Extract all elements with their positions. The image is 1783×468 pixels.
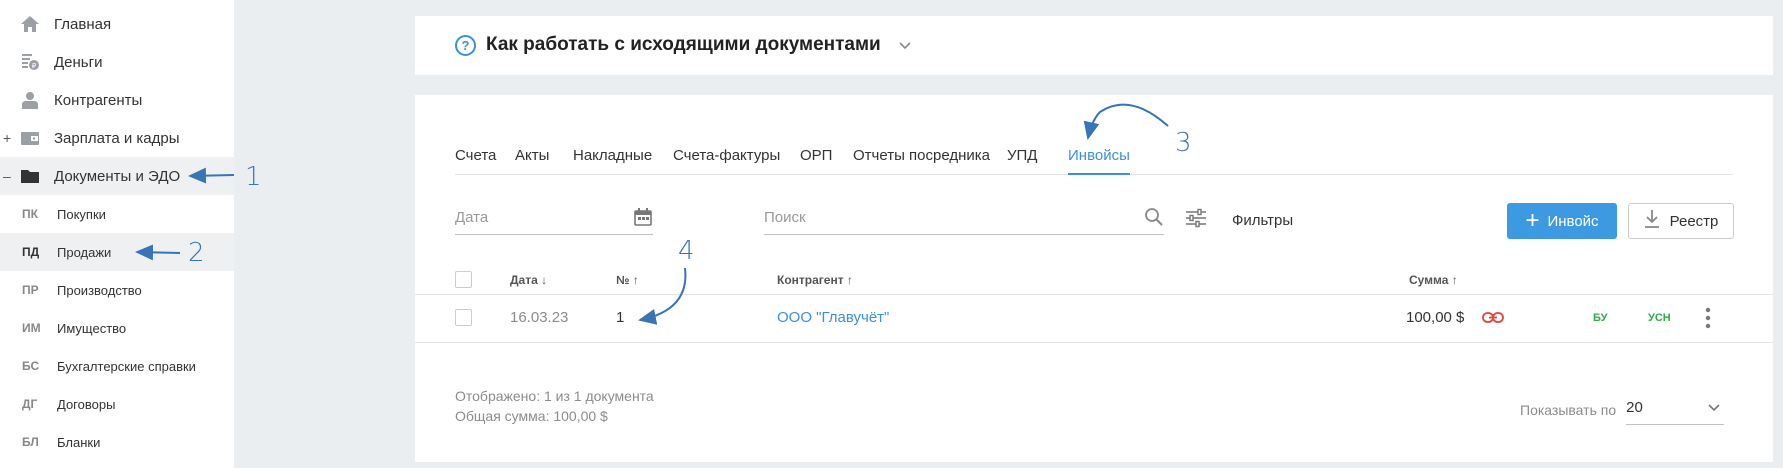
annotation-3: 3 (1175, 128, 1192, 158)
nav-label: Документы и ЭДО (54, 167, 181, 185)
nav-label: Зарплата и кадры (54, 129, 180, 147)
help-card: ? Как работать с исходящими документами (415, 16, 1773, 75)
documents-card: Счета Акты Накладные Счета-фактуры ОРП О… (415, 95, 1773, 462)
contractors-icon (19, 89, 41, 111)
subnav-abbr: ПР (22, 283, 39, 297)
sidebar: Главная ₽ Деньги Контрагенты + Зарплата … (0, 0, 234, 468)
subnav-item-accounting-notes[interactable]: БС Бухгалтерские справки (0, 347, 234, 385)
row-sum: 100,00 $ (1406, 309, 1465, 326)
subnav-label: Договоры (57, 396, 116, 412)
tab-upd[interactable]: УПД (1007, 147, 1037, 175)
subnav-label: Покупки (57, 206, 106, 222)
subnav-abbr: ПК (22, 207, 38, 221)
link-icon[interactable] (1482, 310, 1504, 330)
money-icon: ₽ (19, 51, 41, 73)
annotation-4: 4 (678, 236, 695, 266)
add-invoice-button[interactable]: + Инвойс (1507, 203, 1617, 239)
select-all-checkbox[interactable] (455, 271, 472, 288)
plus-icon: + (1525, 207, 1540, 234)
date-placeholder: Дата (455, 209, 489, 226)
nav-item-money[interactable]: ₽ Деньги (0, 43, 234, 81)
help-icon: ? (455, 34, 476, 56)
date-field[interactable]: Дата (455, 205, 653, 235)
subnav-abbr: ИМ (22, 321, 41, 335)
row-contractor-link[interactable]: ООО "Главучёт" (777, 309, 889, 326)
nav-item-home[interactable]: Главная (0, 5, 234, 43)
tab-agent-reports[interactable]: Отчеты посредника (853, 147, 990, 175)
wallet-icon (19, 127, 41, 149)
tab-waybills[interactable]: Накладные (573, 147, 652, 175)
calendar-icon[interactable] (633, 207, 653, 231)
subnav-item-purchases[interactable]: ПК Покупки (0, 195, 234, 233)
row-date: 16.03.23 (510, 309, 569, 326)
page-size-value: 20 (1626, 399, 1643, 416)
chevron-down-icon (899, 37, 911, 53)
expand-icon[interactable]: + (3, 130, 11, 146)
nav-item-documents[interactable]: – Документы и ЭДО (0, 157, 234, 195)
page-size-label: Показывать по (1520, 402, 1617, 418)
subnav-label: Имущество (57, 320, 127, 336)
bu-badge: БУ (1593, 312, 1608, 324)
svg-text:₽: ₽ (32, 62, 37, 70)
page-size: Показывать по 20 (1520, 395, 1725, 425)
subnav-abbr: ДГ (22, 397, 38, 411)
col-date[interactable]: Дата ↓ (510, 273, 547, 287)
nav-item-contractors[interactable]: Контрагенты (0, 81, 234, 119)
annotation-2: 2 (188, 238, 205, 268)
folder-icon (19, 165, 41, 187)
nav-label: Главная (54, 15, 112, 33)
tab-tax-invoices[interactable]: Счета-фактуры (673, 147, 780, 175)
search-input[interactable]: Поиск (764, 205, 1164, 235)
help-toggle[interactable]: ? Как работать с исходящими документами (455, 34, 911, 56)
footer-info: Отображено: 1 из 1 документа Общая сумма… (455, 386, 654, 426)
subnav-abbr: БЛ (22, 435, 39, 449)
home-icon (19, 13, 41, 35)
download-icon (1644, 209, 1660, 233)
filters-label: Фильтры (1232, 211, 1294, 229)
subnav-label: Бухгалтерские справки (57, 358, 196, 374)
subnav-label: Производство (57, 282, 142, 298)
subnav-abbr: БС (22, 359, 40, 373)
nav-label: Контрагенты (54, 91, 143, 109)
usn-badge: УСН (1648, 312, 1671, 324)
nav-item-salary[interactable]: + Зарплата и кадры (0, 119, 234, 157)
row-checkbox[interactable] (455, 309, 472, 326)
registry-button[interactable]: Реестр (1628, 203, 1734, 239)
nav-label: Деньги (54, 53, 103, 71)
col-contractor[interactable]: Контрагент ↑ (777, 273, 853, 287)
table-header: Дата ↓ № ↑ Контрагент ↑ Сумма ↑ (415, 265, 1773, 295)
tab-acts[interactable]: Акты (515, 147, 549, 175)
tab-invoices[interactable]: Инвойсы (1068, 147, 1130, 175)
table-row[interactable]: 16.03.23 1 ООО "Главучёт" 100,00 $ БУ УС… (415, 295, 1773, 343)
row-number[interactable]: 1 (616, 309, 624, 326)
subnav-item-property[interactable]: ИМ Имущество (0, 309, 234, 347)
subnav-abbr: ПД (22, 245, 40, 259)
subnav-item-contracts[interactable]: ДГ Договоры (0, 385, 234, 423)
registry-label: Реестр (1669, 212, 1719, 230)
add-invoice-label: Инвойс (1547, 212, 1599, 230)
subnav-label: Бланки (57, 434, 101, 450)
total-sum: Общая сумма: 100,00 $ (455, 408, 608, 424)
annotation-1: 1 (245, 162, 262, 192)
subnav-label: Продажи (57, 244, 112, 260)
shown-count: Отображено: 1 из 1 документа (455, 388, 654, 404)
help-title-text: Как работать с исходящими документами (486, 34, 881, 55)
more-icon[interactable] (1705, 307, 1711, 333)
chevron-down-icon (1708, 404, 1720, 412)
tab-invoices-bills[interactable]: Счета (455, 147, 496, 175)
col-number[interactable]: № ↑ (616, 273, 639, 287)
search-icon[interactable] (1144, 207, 1164, 231)
sliders-icon (1185, 208, 1207, 232)
subnav-item-forms[interactable]: БЛ Бланки (0, 423, 234, 461)
filters-toggle[interactable]: Фильтры (1185, 208, 1293, 232)
search-placeholder: Поиск (764, 209, 806, 226)
subnav-item-production[interactable]: ПР Производство (0, 271, 234, 309)
collapse-icon[interactable]: – (3, 168, 11, 184)
tab-orp[interactable]: ОРП (800, 147, 832, 175)
document-tabs: Счета Акты Накладные Счета-фактуры ОРП О… (455, 147, 1733, 175)
page-size-select[interactable]: 20 (1626, 395, 1725, 425)
col-sum[interactable]: Сумма ↑ (1409, 273, 1458, 287)
